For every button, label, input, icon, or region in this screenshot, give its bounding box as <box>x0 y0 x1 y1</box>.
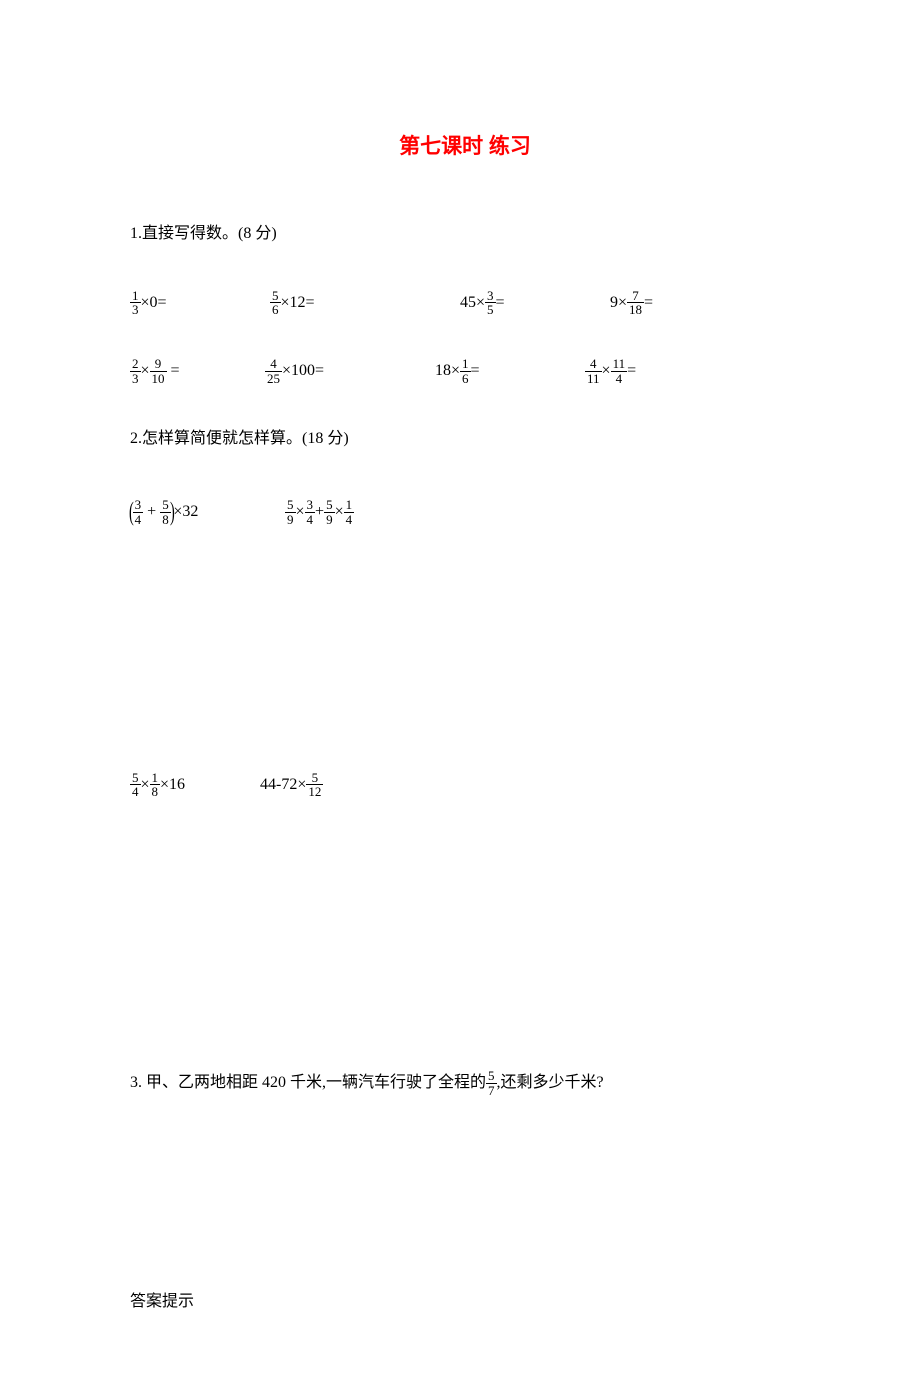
q2-expr: 44-72×512 <box>260 771 460 799</box>
q2-expr: 54×18×16 <box>130 771 260 799</box>
q1-expr: 23×910 = <box>130 357 265 385</box>
left-paren-icon: ( <box>129 494 134 530</box>
q1-expr: 9×718= <box>610 289 730 317</box>
fraction: 16 <box>460 357 471 385</box>
fraction: 512 <box>306 771 323 799</box>
fraction: 57 <box>486 1069 497 1097</box>
q2-expr: (34 + 58)×32 <box>130 494 285 530</box>
fraction: 13 <box>130 289 141 317</box>
q2-row-1: (34 + 58)×32 59×34+59×14 <box>130 494 800 530</box>
page-title: 第七课时 练习 <box>130 130 800 160</box>
fraction: 910 <box>150 357 167 385</box>
fraction: 114 <box>611 357 628 385</box>
fraction: 34 <box>305 498 316 526</box>
question-1-heading: 1.直接写得数。(8 分) <box>130 220 800 249</box>
fraction: 59 <box>285 498 296 526</box>
worksheet-page: 第七课时 练习 1.直接写得数。(8 分) 13×0= 56×12= 45×35… <box>0 0 920 1376</box>
fraction: 425 <box>265 357 282 385</box>
q2-row-2: 54×18×16 44-72×512 <box>130 771 800 799</box>
q1-expr: 45×35= <box>460 289 610 317</box>
fraction: 59 <box>324 498 335 526</box>
q1-row-1: 13×0= 56×12= 45×35= 9×718= <box>130 289 800 317</box>
q1-expr: 411×114= <box>585 357 705 385</box>
q2-expr: 59×34+59×14 <box>285 498 485 526</box>
fraction: 34 <box>133 498 144 526</box>
q1-expr: 13×0= <box>130 289 270 317</box>
fraction: 411 <box>585 357 602 385</box>
work-space <box>130 839 800 1069</box>
q1-expr: 18×16= <box>435 357 585 385</box>
right-paren-icon: ) <box>170 494 175 530</box>
work-space <box>130 571 800 771</box>
q1-expr: 56×12= <box>270 289 460 317</box>
question-2-heading: 2.怎样算简便就怎样算。(18 分) <box>130 425 800 454</box>
fraction: 56 <box>270 289 281 317</box>
answer-hint: 答案提示 <box>130 1288 800 1317</box>
fraction: 18 <box>150 771 161 799</box>
fraction: 718 <box>627 289 644 317</box>
q1-row-2: 23×910 = 425×100= 18×16= 411×114= <box>130 357 800 385</box>
fraction: 54 <box>130 771 141 799</box>
fraction: 35 <box>485 289 496 317</box>
question-3: 3. 甲、乙两地相距 420 千米,一辆汽车行驶了全程的57,还剩多少千米? <box>130 1069 800 1098</box>
work-space <box>130 1098 800 1288</box>
q1-expr: 425×100= <box>265 357 435 385</box>
fraction: 23 <box>130 357 141 385</box>
fraction: 14 <box>344 498 355 526</box>
